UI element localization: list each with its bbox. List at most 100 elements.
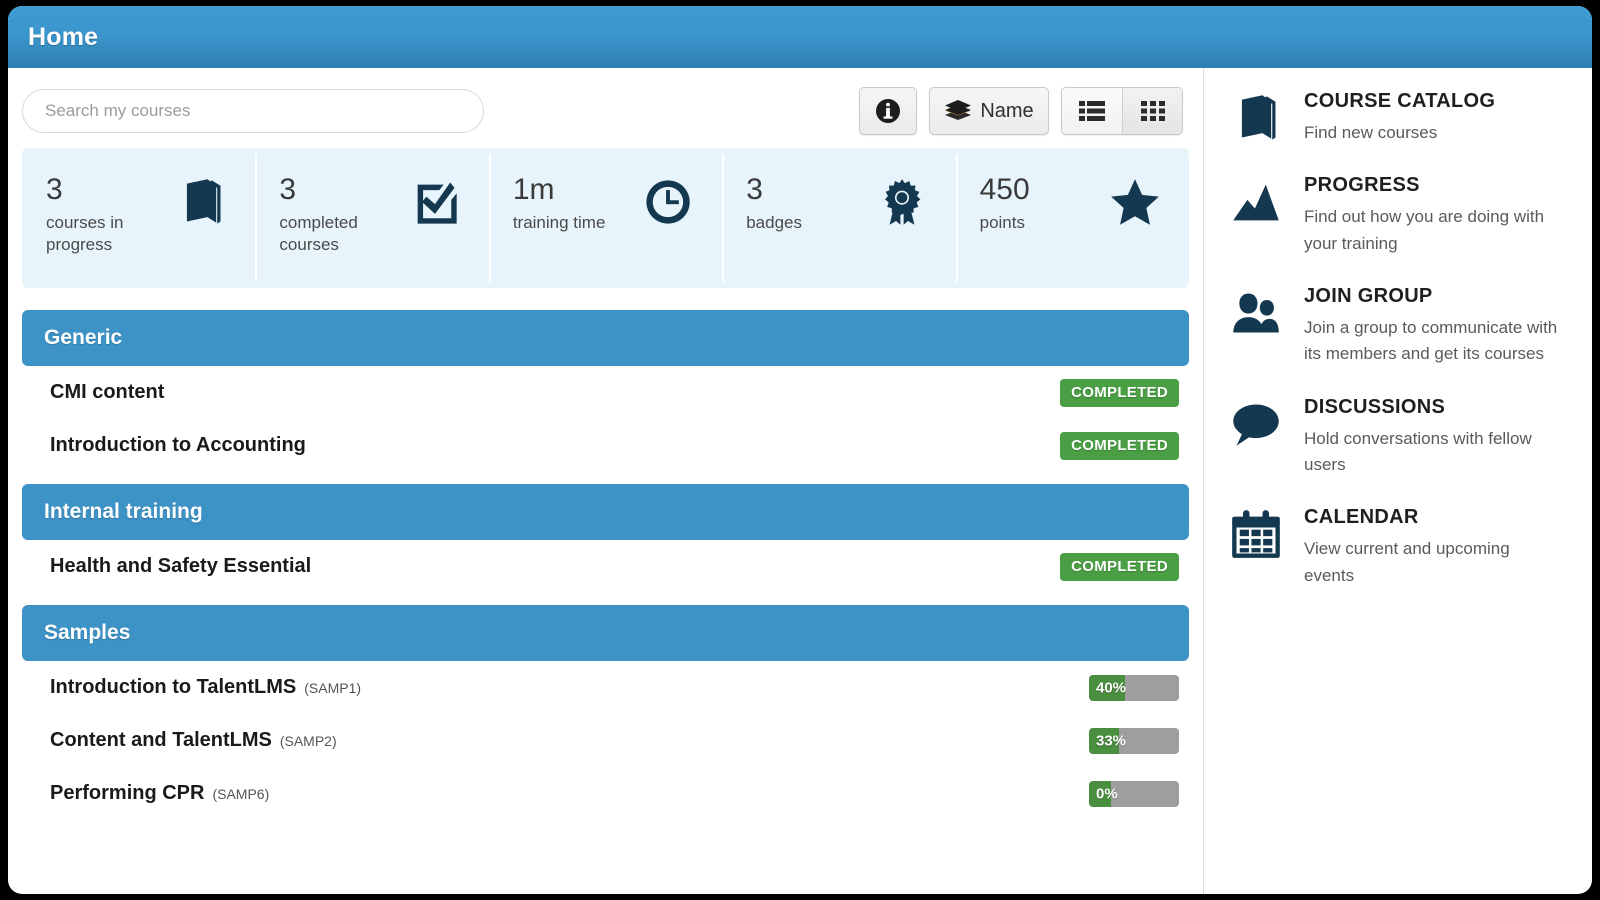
course-row[interactable]: CMI content COMPLETED [22, 366, 1189, 419]
course-name: Content and TalentLMS [50, 729, 272, 751]
course-status: COMPLETED [1060, 552, 1179, 581]
course-name: Introduction to Accounting [50, 434, 306, 456]
view-toggle-group [1061, 87, 1183, 135]
progress-bar: 40% [1089, 674, 1179, 701]
calendar-icon [1232, 510, 1280, 559]
stat-label: badges [746, 212, 802, 232]
page-header: Home [8, 6, 1592, 68]
course-status: 33% [1089, 727, 1179, 754]
stat-value: 3 [279, 173, 297, 206]
stat-value: 450 [979, 173, 1030, 206]
progress-label: 0% [1096, 785, 1118, 802]
stat-label: points [979, 212, 1025, 232]
status-badge: COMPLETED [1060, 431, 1179, 460]
page-title: Home [28, 22, 99, 51]
stat-text: 3 courses in progress [46, 174, 166, 257]
users-icon [1233, 293, 1279, 333]
sidebar-item-progress[interactable]: PROGRESS Find out how you are doing with … [1230, 174, 1570, 257]
stat-icon-wrap [409, 176, 461, 228]
sidebar-text: JOIN GROUP Join a group to communicate wi… [1294, 285, 1562, 368]
stat-icon-wrap [175, 176, 227, 228]
course-name: Performing CPR [50, 782, 205, 804]
sidebar-item-calendar[interactable]: CALENDAR View current and upcoming events [1230, 506, 1570, 589]
stat-cell: 450 points [955, 148, 1189, 288]
course-name-wrap: CMI content [50, 381, 164, 404]
course-name-wrap: Introduction to TalentLMS (SAMP1) [50, 676, 361, 699]
sidebar-item-description: Find new courses [1304, 123, 1438, 142]
stat-cell: 1m training time [488, 148, 722, 288]
grid-view-icon [1140, 101, 1165, 121]
sidebar-item-label: COURSE CATALOG [1304, 90, 1496, 112]
sidebar-icon-wrap [1230, 90, 1294, 146]
search-input[interactable] [22, 89, 484, 133]
stat-value: 3 [746, 173, 763, 206]
course-status: COMPLETED [1060, 431, 1179, 460]
course-row[interactable]: Introduction to Accounting COMPLETED [22, 419, 1189, 472]
stat-text: 1m training time [513, 174, 606, 234]
stat-value: 3 [46, 173, 63, 206]
course-status: 0% [1089, 780, 1179, 807]
course-name-wrap: Performing CPR (SAMP6) [50, 782, 269, 805]
course-row[interactable]: Introduction to TalentLMS (SAMP1) 40% [22, 661, 1189, 714]
chart-icon [1233, 185, 1279, 221]
category-header[interactable]: Internal training [22, 484, 1189, 540]
toolbar-actions: Name [859, 87, 1189, 135]
sidebar-item-label: PROGRESS [1304, 174, 1420, 197]
sort-button-label: Name [980, 99, 1034, 122]
sidebar-item-label: DISCUSSIONS [1304, 395, 1446, 418]
course-code: (SAMP2) [279, 733, 337, 749]
sidebar-icon-wrap [1230, 396, 1294, 479]
stat-value: 1m [512, 173, 555, 206]
category-header[interactable]: Samples [22, 605, 1189, 661]
category-title: Samples [44, 621, 131, 644]
stat-text: 450 points [980, 174, 1030, 234]
course-name: Introduction to TalentLMS [50, 676, 297, 698]
sidebar-item-label: CALENDAR [1304, 506, 1419, 529]
stat-text: 3 completed courses [279, 174, 399, 257]
progress-label: 40% [1096, 679, 1127, 696]
ribbon-icon [884, 179, 921, 225]
info-button[interactable] [859, 87, 917, 135]
speech-bubble-icon [1233, 404, 1279, 446]
sidebar-item-description: View current and upcoming events [1304, 539, 1510, 585]
course-name-wrap: Introduction to Accounting [50, 434, 306, 457]
course-row[interactable]: Health and Safety Essential COMPLETED [22, 540, 1189, 593]
stat-text: 3 badges [746, 174, 802, 234]
sidebar-icon-wrap [1230, 174, 1294, 257]
sidebar-text: PROGRESS Find out how you are doing with … [1294, 174, 1562, 257]
sort-button[interactable]: Name [929, 87, 1049, 135]
sidebar-text: COURSE CATALOG Find new courses [1294, 90, 1495, 146]
course-row[interactable]: Content and TalentLMS (SAMP2) 33% [22, 714, 1189, 767]
course-row[interactable]: Performing CPR (SAMP6) 0% [22, 767, 1189, 820]
category-title: Generic [44, 326, 123, 349]
sidebar-item-course-catalog[interactable]: COURSE CATALOG Find new courses [1230, 90, 1570, 146]
category-title: Internal training [44, 500, 203, 523]
progress-label: 33% [1096, 732, 1127, 749]
stat-cell: 3 courses in progress [22, 148, 255, 288]
book-icon [187, 179, 221, 224]
sidebar-text: CALENDAR View current and upcoming events [1294, 506, 1562, 589]
course-name: CMI content [50, 381, 165, 403]
sidebar-item-label: JOIN GROUP [1304, 285, 1433, 308]
category-header[interactable]: Generic [22, 310, 1189, 366]
course-toolbar: Name [22, 68, 1189, 148]
stat-icon-wrap [876, 176, 928, 228]
course-code: (SAMP6) [212, 786, 270, 802]
stat-cell: 3 completed courses [255, 148, 488, 288]
info-icon [876, 99, 900, 123]
sidebar-item-discussions[interactable]: DISCUSSIONS Hold conversations with fello… [1230, 396, 1570, 479]
sidebar-icon-wrap [1230, 285, 1294, 368]
star-icon [1111, 179, 1159, 225]
progress-bar: 0% [1089, 780, 1179, 807]
grid-view-button[interactable] [1122, 88, 1182, 134]
sidebar-text: DISCUSSIONS Hold conversations with fello… [1294, 396, 1562, 479]
course-name: Health and Safety Essential [50, 555, 312, 577]
status-badge: COMPLETED [1060, 378, 1179, 407]
sidebar-item-join-group[interactable]: JOIN GROUP Join a group to communicate wi… [1230, 285, 1570, 368]
book-icon [1241, 95, 1276, 140]
body-split: Name [8, 68, 1592, 894]
list-view-button[interactable] [1062, 88, 1122, 134]
application-window: Home Search my courses Name 3 courses in… [8, 6, 1592, 894]
progress-bar: 33% [1089, 727, 1179, 754]
sidebar-item-description: Find out how you are doing with your tra… [1304, 207, 1545, 253]
